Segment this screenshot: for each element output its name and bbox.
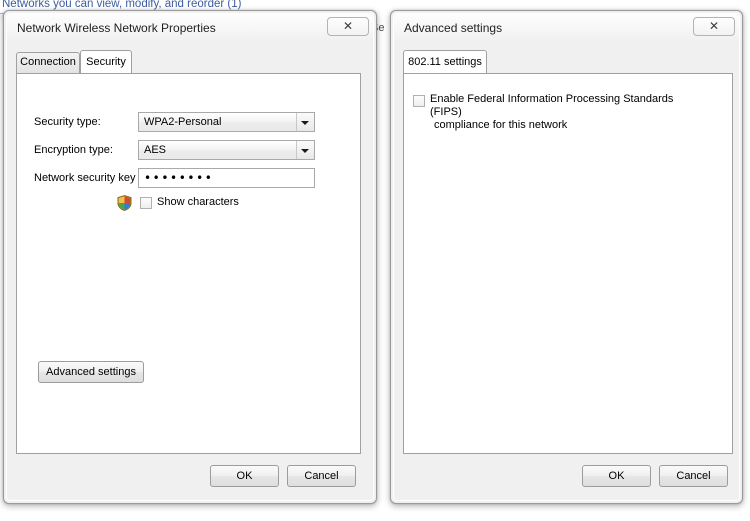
properties-tabstrip: Connection Security (16, 50, 361, 73)
tab-security-label: Security (86, 56, 126, 68)
show-characters-checkbox[interactable] (140, 197, 152, 209)
chevron-down-icon (301, 149, 309, 153)
close-icon: ✕ (342, 19, 354, 33)
advanced-titlebar: Advanced settings ✕ (394, 14, 739, 44)
encryption-type-dropdown-button[interactable] (296, 141, 314, 159)
advanced-tabstrip: 802.11 settings (403, 50, 733, 73)
background-heading: Networks you can view, modify, and reord… (2, 0, 242, 10)
close-icon: ✕ (708, 19, 720, 33)
advanced-settings-button[interactable]: Advanced settings (38, 361, 144, 383)
network-security-key-input[interactable]: •••••••• (138, 168, 315, 188)
properties-title: Network Wireless Network Properties (17, 21, 216, 35)
security-type-dropdown-button[interactable] (296, 113, 314, 131)
tab-connection[interactable]: Connection (16, 52, 80, 73)
802-11-settings-panel: Enable Federal Information Processing St… (403, 73, 733, 454)
network-security-key-value: •••••••• (144, 171, 214, 185)
advanced-cancel-label: Cancel (676, 470, 711, 482)
properties-titlebar: Network Wireless Network Properties ✕ (7, 14, 373, 44)
advanced-ok-label: OK (608, 470, 625, 482)
tab-802-11-settings-label: 802.11 settings (408, 56, 482, 68)
advanced-title: Advanced settings (404, 21, 503, 35)
security-tab-panel: Security type: WPA2-Personal Encryption … (16, 73, 361, 454)
advanced-settings-window: Advanced settings ✕ 802.11 settings Enab… (390, 10, 743, 504)
security-type-label: Security type: (34, 116, 101, 128)
encryption-type-value: AES (144, 144, 167, 156)
properties-window-inner: Network Wireless Network Properties ✕ Co… (6, 13, 374, 501)
fips-label-line1: Enable Federal Information Processing St… (430, 93, 674, 118)
fips-compliance-label: Enable Federal Information Processing St… (430, 93, 692, 132)
encryption-type-dropdown[interactable]: AES (138, 140, 315, 160)
advanced-cancel-button[interactable]: Cancel (659, 465, 728, 487)
tab-802-11-settings[interactable]: 802.11 settings (403, 50, 487, 73)
network-security-key-label: Network security key (34, 172, 136, 184)
tab-security[interactable]: Security (80, 50, 132, 73)
fips-label-line2: compliance for this network (434, 119, 568, 131)
properties-ok-label: OK (236, 470, 253, 482)
show-characters-label: Show characters (157, 196, 239, 208)
uac-shield-icon (117, 195, 132, 211)
advanced-settings-button-label: Advanced settings (46, 366, 136, 378)
advanced-close-button[interactable]: ✕ (693, 17, 735, 36)
wireless-network-properties-window: Network Wireless Network Properties ✕ Co… (3, 10, 377, 504)
properties-cancel-button[interactable]: Cancel (287, 465, 356, 487)
properties-cancel-label: Cancel (304, 470, 339, 482)
properties-close-button[interactable]: ✕ (327, 17, 369, 36)
fips-compliance-checkbox[interactable] (413, 95, 425, 107)
encryption-type-label: Encryption type: (34, 144, 113, 156)
security-type-value: WPA2-Personal (144, 116, 222, 128)
chevron-down-icon (301, 121, 309, 125)
properties-ok-button[interactable]: OK (210, 465, 279, 487)
security-type-dropdown[interactable]: WPA2-Personal (138, 112, 315, 132)
tab-connection-label: Connection (20, 56, 76, 68)
advanced-ok-button[interactable]: OK (582, 465, 651, 487)
advanced-window-inner: Advanced settings ✕ 802.11 settings Enab… (393, 13, 740, 501)
